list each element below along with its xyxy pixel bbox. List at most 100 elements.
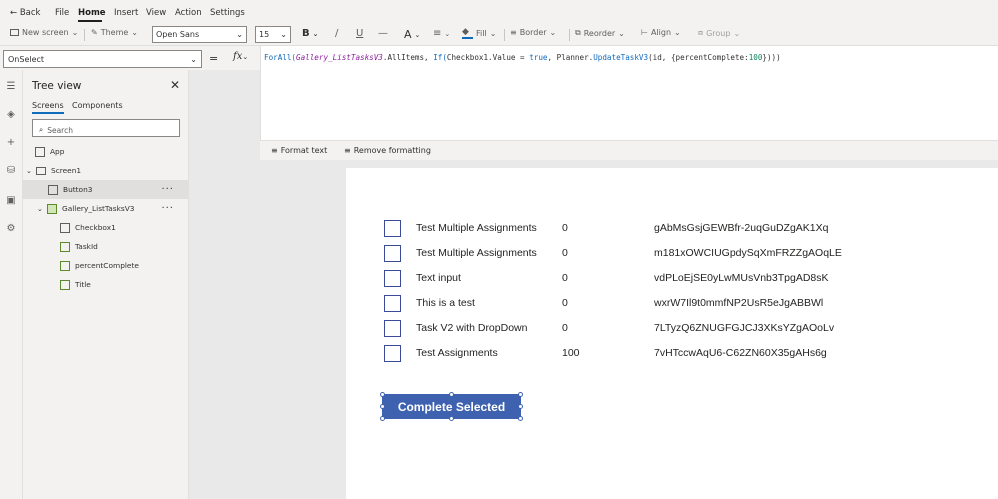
- border-button[interactable]: ≡ Border ⌄: [510, 28, 556, 37]
- font-size-dropdown[interactable]: 15 ⌄: [255, 26, 291, 43]
- tree-item-checkbox1[interactable]: Checkbox1: [23, 218, 189, 237]
- gallery-row[interactable]: This is a test 0 wxrW7Il9t0mmfNP2UsR5eJgAB…: [384, 294, 864, 312]
- theme-button[interactable]: ✎ Theme ⌄: [91, 28, 138, 37]
- resize-handle[interactable]: [449, 392, 454, 397]
- strikethrough-button[interactable]: —: [378, 28, 388, 39]
- task-id: wxrW7Il9t0mmfNP2UsR5eJgABBWl: [654, 297, 824, 309]
- chevron-down-icon: ⌄: [280, 30, 287, 39]
- text-color-button[interactable]: A ⌄: [404, 28, 420, 41]
- tree-item-label: Gallery_ListTasksV3: [62, 204, 135, 213]
- resize-handle[interactable]: [380, 392, 385, 397]
- resize-handle[interactable]: [518, 392, 523, 397]
- remove-format-icon: ≡: [344, 146, 351, 155]
- tree-item-button3[interactable]: Button3 ···: [23, 180, 189, 199]
- menu-settings[interactable]: Settings: [210, 8, 245, 18]
- tree-item-title[interactable]: Title: [23, 275, 189, 294]
- resize-handle[interactable]: [380, 416, 385, 421]
- layers-icon[interactable]: ◈: [3, 106, 19, 122]
- fx-button[interactable]: fx⌄: [233, 51, 248, 62]
- gallery-row[interactable]: Task V2 with DropDown 0 7LTyzQ6ZNUGFGJCJ3X…: [384, 319, 864, 337]
- task-checkbox[interactable]: [384, 295, 401, 312]
- reorder-button[interactable]: ⧉ Reorder ⌄: [575, 28, 625, 38]
- chevron-down-icon: ⌄: [618, 28, 625, 38]
- checkbox-control-icon: [60, 222, 70, 233]
- group-button[interactable]: ⧈ Group ⌄: [698, 28, 740, 38]
- app-icon: [35, 146, 45, 157]
- task-checkbox[interactable]: [384, 245, 401, 262]
- back-button[interactable]: ← Back: [10, 8, 40, 18]
- advanced-tools-icon[interactable]: ⚙: [3, 220, 19, 236]
- menu-insert[interactable]: Insert: [114, 8, 138, 18]
- task-percent-complete: 0: [562, 322, 568, 334]
- insert-plus-icon[interactable]: +: [3, 134, 19, 150]
- tree-item-screen1[interactable]: ⌄ Screen1: [23, 161, 189, 180]
- text-color-icon: A: [404, 28, 412, 41]
- task-percent-complete: 100: [562, 347, 580, 359]
- font-family-dropdown[interactable]: Open Sans ⌄: [152, 26, 247, 43]
- bold-button[interactable]: B ⌄: [302, 28, 319, 39]
- tree-item-percentcomplete[interactable]: percentComplete: [23, 256, 189, 275]
- menu-home[interactable]: Home: [78, 8, 106, 18]
- task-checkbox[interactable]: [384, 220, 401, 237]
- underline-button[interactable]: U: [356, 28, 363, 39]
- border-label: Border: [519, 28, 547, 37]
- gallery-row[interactable]: Test Multiple Assignments 0 m181xOWCIUGpdy…: [384, 244, 864, 262]
- formula-text[interactable]: ForAll(Gallery_ListTasksV3.AllItems, If(…: [264, 53, 781, 62]
- menu-action[interactable]: Action: [175, 8, 202, 18]
- tree-item-taskid[interactable]: TaskId: [23, 237, 189, 256]
- resize-handle[interactable]: [449, 416, 454, 421]
- gallery-row[interactable]: Text input 0 vdPLoEjSE0yLwMUsVnb3TpgAD8sK: [384, 269, 864, 287]
- task-percent-complete: 0: [562, 272, 568, 284]
- media-icon[interactable]: ▣: [3, 192, 19, 208]
- gallery-row[interactable]: Test Multiple Assignments 0 gAbMsGsjGEWBfr…: [384, 219, 864, 237]
- tree-search-input[interactable]: ⌕ Search: [32, 119, 180, 137]
- text-align-button[interactable]: ≡ ⌄: [433, 28, 450, 39]
- property-dropdown[interactable]: OnSelect ⌄: [3, 50, 202, 68]
- close-icon[interactable]: ✕: [170, 78, 180, 92]
- more-options-icon[interactable]: ···: [161, 203, 174, 214]
- tree-item-app[interactable]: App: [23, 142, 189, 161]
- new-screen-button[interactable]: New screen ⌄: [10, 28, 78, 37]
- task-percent-complete: 0: [562, 297, 568, 309]
- task-title: Test Multiple Assignments: [416, 222, 537, 234]
- reorder-label: Reorder: [583, 28, 616, 38]
- resize-handle[interactable]: [380, 404, 385, 409]
- resize-handle[interactable]: [518, 416, 523, 421]
- chevron-down-icon: ⌄: [71, 28, 79, 37]
- fill-button[interactable]: ◆ Fill ⌄: [462, 28, 496, 39]
- gallery-row[interactable]: Test Assignments 100 7vHTccwAqU6-C62ZN60X3…: [384, 344, 864, 362]
- group-label: Group: [706, 28, 731, 38]
- task-title: Test Multiple Assignments: [416, 247, 537, 259]
- chevron-down-icon: ⌄: [236, 30, 243, 39]
- task-title: Text input: [416, 272, 461, 284]
- formula-token: 100: [748, 53, 763, 62]
- task-percent-complete: 0: [562, 247, 568, 259]
- task-checkbox[interactable]: [384, 270, 401, 287]
- tab-screens[interactable]: Screens: [32, 101, 64, 114]
- data-cylinder-icon[interactable]: ⛁: [3, 162, 19, 178]
- tree-item-gallery[interactable]: ⌄ Gallery_ListTasksV3 ···: [23, 199, 189, 218]
- align-lines-icon: ≡: [433, 28, 442, 39]
- chevron-down-icon: ⌄: [131, 28, 138, 37]
- property-value: OnSelect: [8, 55, 45, 64]
- menu-file[interactable]: File: [55, 8, 69, 18]
- italic-button[interactable]: /: [335, 28, 338, 39]
- task-id: vdPLoEjSE0yLwMUsVnb3TpgAD8sK: [654, 272, 829, 284]
- resize-handle[interactable]: [518, 404, 523, 409]
- task-checkbox[interactable]: [384, 345, 401, 362]
- formula-token: Gallery_ListTasksV3: [296, 53, 383, 62]
- hamburger-icon[interactable]: ☰: [3, 78, 19, 94]
- menu-view[interactable]: View: [146, 8, 166, 18]
- more-options-icon[interactable]: ···: [161, 184, 174, 195]
- align-button[interactable]: ⊢ Align ⌄: [641, 28, 681, 37]
- canvas-background: [189, 70, 260, 160]
- format-text-button[interactable]: ≡ Format text: [271, 146, 327, 155]
- task-checkbox[interactable]: [384, 320, 401, 337]
- screen-icon: [36, 166, 46, 175]
- formula-token: .AllItems,: [382, 53, 434, 62]
- tab-components[interactable]: Components: [72, 101, 123, 110]
- tree-view-title: Tree view: [32, 80, 82, 92]
- formula-token: true: [529, 53, 548, 62]
- remove-formatting-button[interactable]: ≡ Remove formatting: [344, 146, 431, 155]
- chevron-down-icon: ⌄: [414, 30, 421, 39]
